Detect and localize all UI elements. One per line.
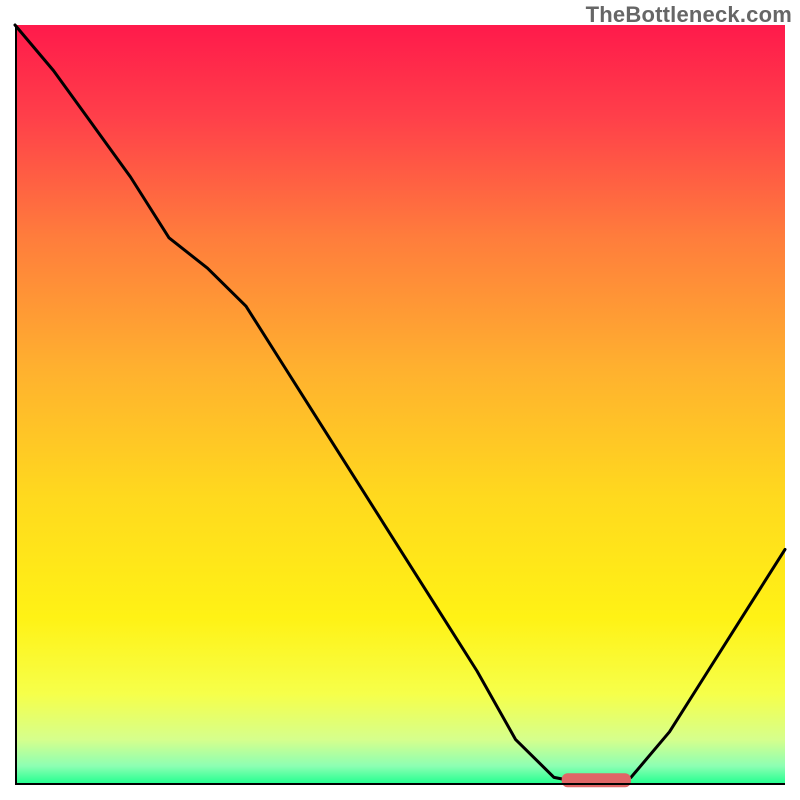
watermark-text: TheBottleneck.com — [586, 2, 792, 28]
bottleneck-chart: TheBottleneck.com — [0, 0, 800, 800]
gradient-background — [15, 25, 785, 785]
chart-svg — [0, 0, 800, 800]
optimal-marker — [562, 773, 631, 787]
